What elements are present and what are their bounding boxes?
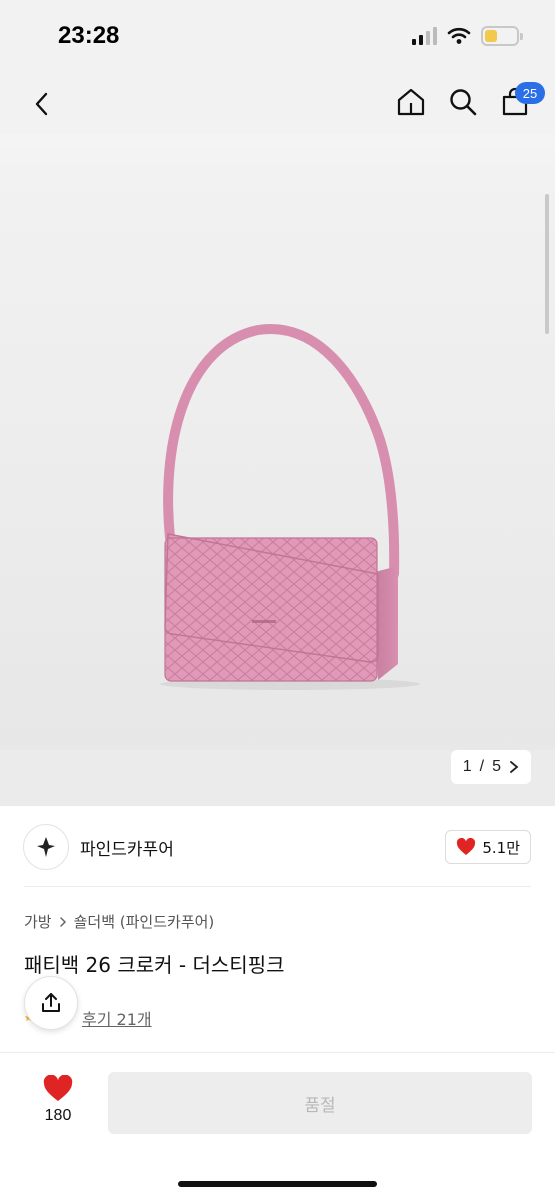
battery-icon xyxy=(481,26,523,46)
breadcrumb: 가방 숄더백 (파인드카푸어) xyxy=(24,911,214,932)
status-icons xyxy=(412,26,523,46)
brand-row[interactable]: 파인드카푸어 5.1만 xyxy=(0,806,555,886)
brand-like-button[interactable]: 5.1만 xyxy=(445,830,531,864)
nav-actions: 25 xyxy=(395,82,545,120)
image-counter-current: 1 xyxy=(462,758,472,775)
breadcrumb-subcategory[interactable]: 숄더백 (파인드카푸어) xyxy=(74,911,215,932)
brand-like-count: 5.1만 xyxy=(482,838,520,857)
home-icon xyxy=(397,88,425,116)
chevron-right-icon xyxy=(510,761,519,773)
heart-icon xyxy=(457,838,476,855)
product-image xyxy=(160,323,420,690)
search-icon xyxy=(450,89,477,116)
product-image-carousel[interactable]: 1 / 5 xyxy=(0,134,555,806)
search-button[interactable] xyxy=(447,84,479,120)
nav-bar: 25 xyxy=(0,74,555,134)
share-icon xyxy=(42,993,60,1012)
home-button[interactable] xyxy=(395,84,427,120)
bottom-action-bar: 180 품절 xyxy=(0,1053,555,1200)
status-time: 23:28 xyxy=(58,22,120,49)
cellular-signal-icon xyxy=(412,27,437,45)
wishlist-button[interactable]: 180 xyxy=(36,1075,80,1125)
home-indicator xyxy=(178,1181,377,1187)
chevron-right-icon xyxy=(59,916,66,927)
scroll-indicator xyxy=(545,194,549,334)
divider xyxy=(24,886,531,887)
brand-logo[interactable] xyxy=(23,824,69,870)
wifi-icon xyxy=(447,27,471,44)
brand-name[interactable]: 파인드카푸어 xyxy=(80,835,174,860)
sold-out-button[interactable]: 품절 xyxy=(108,1072,532,1134)
product-title: 패티백 26 크로커 - 더스티핑크 xyxy=(24,953,285,977)
image-counter-button[interactable]: 1 / 5 xyxy=(450,750,531,784)
status-bar: 23:28 xyxy=(0,0,555,74)
cart-button[interactable]: 25 xyxy=(499,82,545,120)
image-counter-total: 5 xyxy=(492,758,501,775)
back-button[interactable] xyxy=(28,90,56,118)
brand-logo-icon xyxy=(37,837,55,857)
share-button[interactable] xyxy=(24,976,78,1030)
image-counter-separator: / xyxy=(479,758,485,775)
breadcrumb-category[interactable]: 가방 xyxy=(24,911,52,932)
heart-icon xyxy=(43,1075,73,1101)
wishlist-count: 180 xyxy=(44,1107,72,1124)
review-link[interactable]: 후기 21개 xyxy=(82,1006,152,1030)
chevron-left-icon xyxy=(35,92,48,116)
cart-count-badge: 25 xyxy=(515,82,545,104)
